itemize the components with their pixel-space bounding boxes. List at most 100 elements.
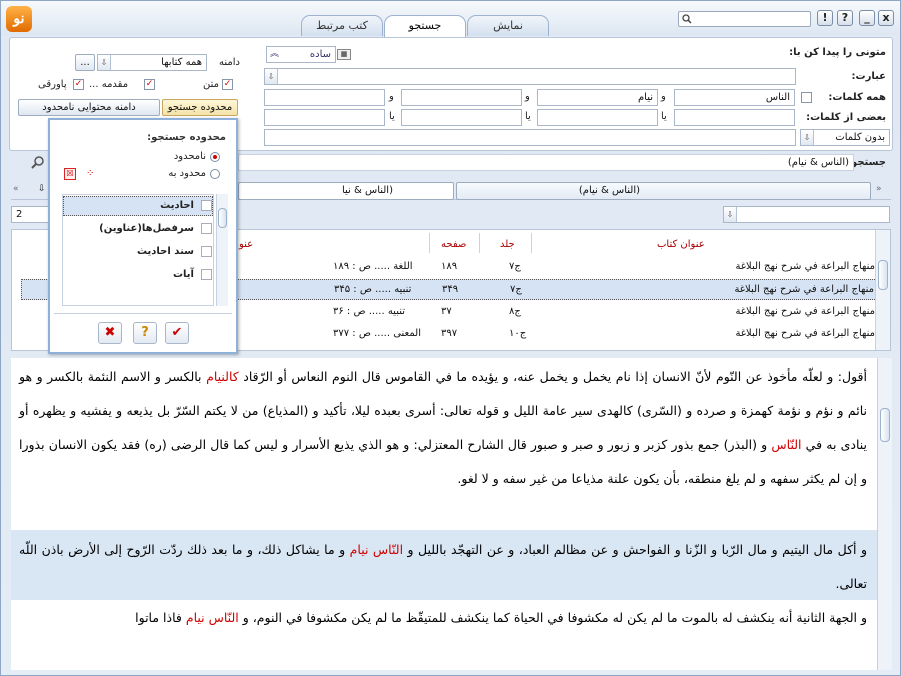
search-range-button[interactable]: محدوده جستجو (162, 99, 238, 116)
item-checkbox[interactable] (201, 246, 212, 257)
scope-select[interactable]: همه کتابها ⇩ (97, 54, 207, 71)
unlimited-radio[interactable] (210, 152, 220, 162)
close-button[interactable]: x (878, 10, 894, 26)
exclude-mode-select[interactable]: بدون کلمات ⇩ (800, 129, 890, 146)
page-cell: ۳۹۷ (441, 328, 458, 339)
col-title-header[interactable]: عنو (239, 239, 253, 250)
list-item[interactable]: آیات (173, 269, 194, 280)
col-volume-header[interactable]: جلد (500, 239, 515, 250)
col-page-header[interactable]: صفحه (441, 239, 466, 250)
all-words-input-4[interactable] (264, 89, 385, 106)
highlight: النّاس نيام (185, 610, 239, 625)
tab-display[interactable]: نمایش (467, 15, 549, 36)
close-icon: ✖ (104, 325, 116, 340)
paragraph-2: و أكل مال اليتيم و مال الرّبا و الزّنا و… (19, 533, 867, 601)
result-tab-1[interactable]: (الناس & نیام) (456, 182, 871, 200)
title-cell: تنبیه ..... ص : ۳۶ (333, 306, 406, 317)
matn-checkbox[interactable]: ✓ (222, 79, 233, 90)
book-cell: منهاج البراعة في شرح نهج البلاغة (734, 284, 874, 295)
filter-input[interactable]: ⇩ (723, 206, 890, 223)
list-item[interactable]: سرفصل‌ها(عناوین) (99, 223, 194, 234)
divider (54, 313, 232, 314)
some-words-input-3[interactable] (401, 109, 522, 126)
tab-search[interactable]: جستجو (384, 15, 466, 37)
text-run: و الجهة الثانية أنه ينكشف له بالموت ما ل… (238, 610, 867, 625)
text-scrollbar[interactable] (877, 358, 892, 670)
minimize-button[interactable]: _ (859, 10, 875, 26)
arrow-down-icon[interactable]: ⇩ (265, 69, 278, 84)
help-icon: ? (141, 325, 149, 340)
all-words-checkbox[interactable] (801, 92, 812, 103)
book-cell: منهاج البراعة في شرح نهج البلاغة (735, 261, 875, 272)
scroll-thumb[interactable] (880, 408, 890, 442)
phrase-input[interactable]: ⇩ (264, 68, 796, 85)
tab-related-books[interactable]: کتب مرتبط (301, 15, 383, 36)
search-title: متونی را پیدا کن با: (789, 47, 886, 58)
count-value: 2 (16, 209, 23, 220)
cancel-button[interactable]: ✖ (98, 322, 122, 344)
tab-label: کتب مرتبط (316, 19, 368, 32)
exclude-words-input[interactable] (264, 129, 796, 146)
some-words-input-1[interactable] (674, 109, 795, 126)
page-count-select[interactable]: 2 (11, 206, 49, 223)
pavaraghi-checkbox[interactable]: ✓ (73, 79, 84, 90)
all-words-input-3[interactable] (401, 89, 522, 106)
chevron-right-icon[interactable]: » (876, 184, 890, 198)
list-item[interactable]: احادیث (160, 200, 194, 211)
chevron-left-icon[interactable]: « (13, 184, 27, 198)
page-cell: ۳۷ (441, 306, 452, 317)
help-button[interactable]: ? (837, 10, 853, 26)
all-words-input-2[interactable]: نیام (537, 89, 658, 106)
content-range-button[interactable]: دامنه محتوایی نامحدود (18, 99, 160, 116)
search-icon (682, 14, 692, 24)
item-checkbox[interactable] (201, 223, 212, 234)
chevron-up-icon: ︽ (270, 49, 280, 59)
some-words-input-4[interactable] (264, 109, 385, 126)
page-cell: ۱۸۹ (441, 261, 458, 272)
phrase-label: عبارت: (851, 71, 886, 82)
ok-button[interactable]: ✔ (165, 322, 189, 344)
all-words-input-1[interactable]: الناس (674, 89, 795, 106)
muqaddama-checkbox[interactable]: ✓ (144, 79, 155, 90)
keyboard-icon[interactable]: ▦ (337, 49, 351, 60)
range-scrollbar[interactable] (216, 194, 228, 306)
arrow-down-icon[interactable]: ⇩ (801, 130, 814, 145)
item-checkbox[interactable] (201, 200, 212, 211)
highlight: كالنيام (206, 369, 239, 384)
help-button[interactable]: ? (133, 322, 157, 344)
check-all-icon[interactable]: ⁘ (86, 168, 98, 180)
result-tab-2[interactable]: (الناس & نیا (238, 182, 454, 200)
mode-select[interactable]: ساده ︽ (266, 46, 336, 63)
all-words-label: همه کلمات: (828, 92, 886, 103)
unlimited-label: نامحدود (173, 151, 206, 162)
quick-search-input[interactable] (678, 11, 811, 27)
book-cell: منهاج البراعة في شرح نهج البلاغة (735, 328, 875, 339)
text-run: فاذا ماتوا (135, 610, 186, 625)
arrow-down-icon[interactable]: ⇩ (98, 55, 111, 70)
tab-label: جستجو (408, 19, 442, 32)
text-run: و (البذر) جمع بذور كزبر و زبور و صبر و ص… (19, 437, 867, 486)
text-viewer: أقول: و لعلّه مأخوذ عن النّوم لأنّ الانس… (11, 358, 877, 670)
limited-radio[interactable] (210, 169, 220, 179)
list-item[interactable]: سند احادیث (137, 246, 194, 257)
volume-cell: ج۸ (509, 306, 521, 317)
scroll-thumb[interactable] (878, 260, 888, 290)
volume-cell: ج۱۰ (509, 328, 527, 339)
arrow-down-icon[interactable]: ⇩ (724, 207, 737, 222)
paragraph-3: و الجهة الثانية أنه ينكشف له بالموت ما ل… (19, 601, 867, 635)
scope-browse-button[interactable]: ... (75, 54, 95, 71)
pavaraghi-label: پاورقی (38, 79, 67, 90)
uncheck-all-icon[interactable]: ☒ (64, 168, 76, 180)
results-scrollbar[interactable] (875, 230, 890, 350)
volume-cell: ج۷ (509, 261, 521, 272)
title-cell: المعنى ..... ص : ۳۷۷ (333, 328, 421, 339)
search-icon[interactable] (31, 155, 45, 169)
scroll-thumb[interactable] (218, 208, 227, 228)
title-cell: اللغة ..... ص : ۱۸۹ (333, 261, 413, 272)
info-button[interactable]: ! (817, 10, 833, 26)
col-book-header[interactable]: عنوان کتاب (657, 239, 705, 250)
exclude-mode-value: بدون کلمات (835, 132, 885, 143)
some-words-input-2[interactable] (537, 109, 658, 126)
item-checkbox[interactable] (201, 269, 212, 280)
query-display: (الناس & نیام) (238, 154, 854, 171)
